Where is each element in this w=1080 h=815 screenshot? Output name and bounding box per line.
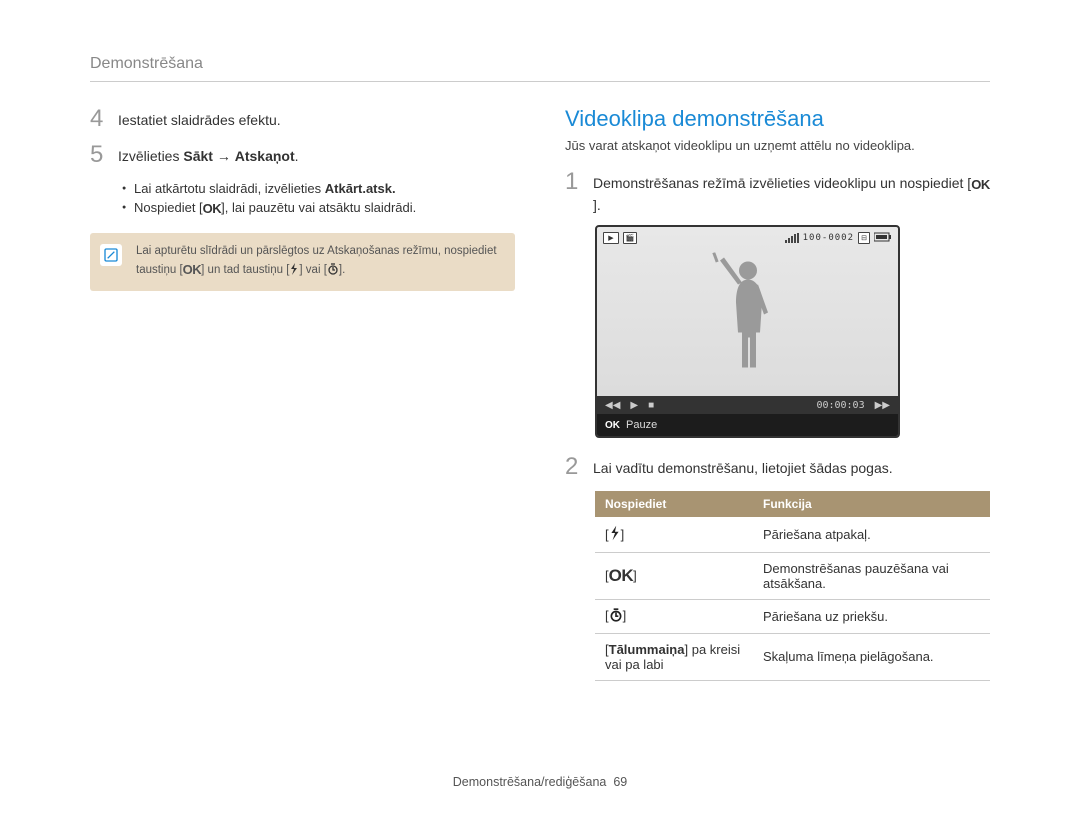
th-function: Funkcija: [753, 491, 990, 517]
table-row: [OK] Demonstrēšanas pauzēšana vai atsākš…: [595, 552, 990, 599]
table-header-row: Nospiediet Funkcija: [595, 491, 990, 517]
func-cell: Pāriešana atpakaļ.: [753, 517, 990, 553]
func-cell: Skaļuma līmeņa pielāgošana.: [753, 633, 990, 680]
key-cell: []: [595, 517, 753, 553]
key-cell: []: [595, 599, 753, 633]
step-text: Izvēlieties Sākt → Atskaņot.: [118, 142, 515, 168]
note-icon: [100, 244, 122, 266]
step-text: Demonstrēšanas režīmā izvēlieties videok…: [593, 169, 990, 215]
content-columns: 4 Iestatiet slaidrādes efektu. 5 Izvēlie…: [90, 106, 990, 681]
step-2: 2 Lai vadītu demonstrēšanu, lietojiet šā…: [565, 454, 990, 480]
page-footer: Demonstrēšana/rediģēšana 69: [0, 775, 1080, 789]
right-column: Videoklipa demonstrēšana Jūs varat atska…: [565, 106, 990, 681]
file-counter: 100-0002: [803, 233, 854, 243]
step-4: 4 Iestatiet slaidrādes efektu.: [90, 106, 515, 132]
step-text: Lai vadītu demonstrēšanu, lietojiet šāda…: [593, 454, 990, 480]
page-header: Demonstrēšana: [90, 55, 990, 82]
bullet-list: Lai atkārtotu slaidrādi, izvēlieties Atk…: [90, 179, 515, 219]
person-silhouette: [708, 252, 788, 377]
screen-status-bar: ▶ 🎬 100-0002 ⊟: [603, 232, 892, 244]
movie-icon: 🎬: [623, 232, 637, 244]
table-row: [] Pāriešana atpakaļ.: [595, 517, 990, 553]
manual-page: Demonstrēšana 4 Iestatiet slaidrādes efe…: [0, 0, 1080, 711]
video-screen-illustration: ▶ 🎬 100-0002 ⊟: [595, 225, 900, 438]
ok-icon: OK: [605, 420, 620, 431]
table-row: [] Pāriešana uz priekšu.: [595, 599, 990, 633]
timer-icon: [609, 608, 623, 625]
flash-icon: [609, 525, 621, 544]
section-title: Videoklipa demonstrēšana: [565, 106, 990, 132]
func-cell: Demonstrēšanas pauzēšana vai atsākšana.: [753, 552, 990, 599]
table-row: [Tālummaiņa] pa kreisi vai pa labi Skaļu…: [595, 633, 990, 680]
ok-icon: OK: [609, 566, 634, 586]
forward-icon: ▶▶: [875, 400, 890, 411]
flash-icon: [289, 263, 299, 281]
left-column: 4 Iestatiet slaidrādes efektu. 5 Izvēlie…: [90, 106, 515, 681]
play-icon: ▶: [630, 400, 638, 411]
th-press: Nospiediet: [595, 491, 753, 517]
step-number: 1: [565, 169, 593, 215]
caption-label: Pauze: [626, 419, 657, 431]
caption-bar: OK Pauze: [597, 414, 898, 436]
bullet-item: Lai atkārtotu slaidrādi, izvēlieties Atk…: [122, 179, 515, 199]
stop-icon: ■: [648, 400, 654, 411]
step-text: Iestatiet slaidrādes efektu.: [118, 106, 515, 132]
key-cell: [OK]: [595, 552, 753, 599]
step-number: 2: [565, 454, 593, 480]
section-intro: Jūs varat atskaņot videoklipu un uzņemt …: [565, 138, 990, 153]
step-number: 4: [90, 106, 118, 132]
key-cell: [Tālummaiņa] pa kreisi vai pa labi: [595, 633, 753, 680]
step-5: 5 Izvēlieties Sākt → Atskaņot.: [90, 142, 515, 168]
sd-icon: ⊟: [858, 232, 870, 244]
play-mode-icon: ▶: [603, 232, 619, 244]
step-number: 5: [90, 142, 118, 168]
bullet-item: Nospiediet [OK], lai pauzētu vai atsāktu…: [122, 198, 515, 219]
ok-icon: OK: [971, 176, 990, 195]
playback-bar: ◀◀ ▶ ■ 00:00:03 ▶▶: [597, 396, 898, 414]
battery-icon: [874, 232, 892, 244]
func-cell: Pāriešana uz priekšu.: [753, 599, 990, 633]
step-1: 1 Demonstrēšanas režīmā izvēlieties vide…: [565, 169, 990, 215]
timer-icon: [327, 263, 339, 281]
ok-icon: OK: [183, 260, 202, 280]
ok-icon: OK: [203, 199, 222, 219]
rewind-icon: ◀◀: [605, 400, 620, 411]
note-box: Lai apturētu slīdrādi un pārslēgtos uz A…: [90, 233, 515, 292]
function-table: Nospiediet Funkcija [] Pāriešana atpakaļ…: [595, 491, 990, 681]
signal-icon: [785, 233, 799, 243]
playback-time: 00:00:03: [816, 400, 864, 411]
